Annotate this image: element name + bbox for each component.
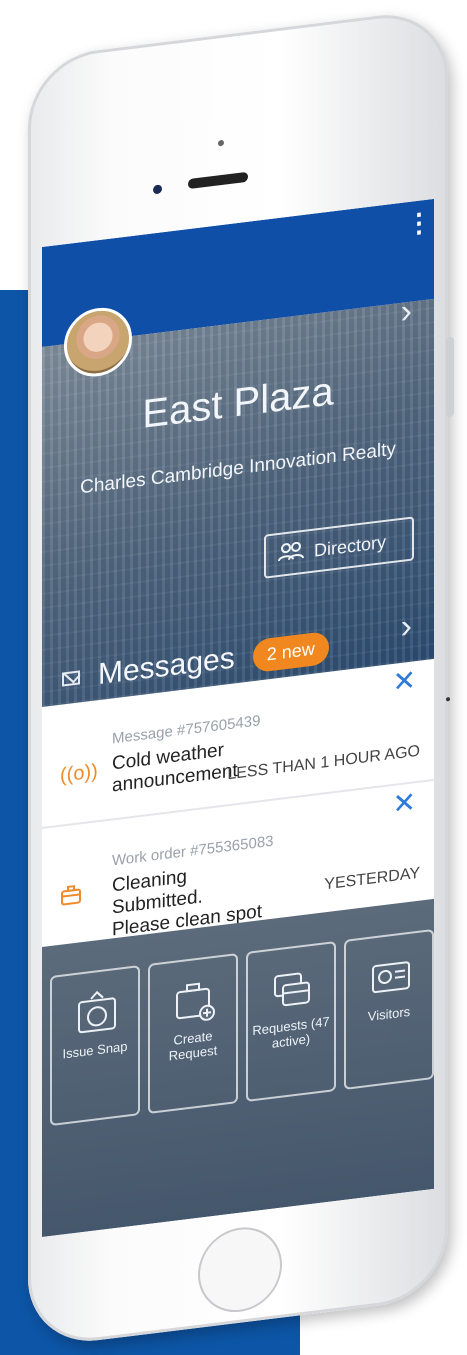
messages-chevron-icon[interactable]: › — [401, 607, 412, 647]
action-label: Visitors — [367, 1003, 411, 1025]
action-label: Requests (47 active) — [252, 1013, 330, 1051]
close-icon[interactable]: ✕ — [393, 785, 416, 821]
directory-label: Directory — [314, 531, 387, 561]
briefcases-icon — [274, 972, 310, 1007]
quick-actions-panel: Issue Snap Create Request Requests (47 a… — [42, 898, 434, 1238]
visitors-button[interactable]: Visitors — [344, 928, 434, 1090]
issue-snap-button[interactable]: Issue Snap — [50, 965, 140, 1127]
directory-button[interactable]: Directory — [264, 516, 414, 579]
app-screen: ⋮ › East Plaza Charles Cambridge Innovat… — [42, 198, 434, 1238]
briefcase-add-icon — [176, 982, 215, 1021]
camera-icon — [78, 990, 116, 1034]
phone-body: ⋮ › East Plaza Charles Cambridge Innovat… — [28, 7, 454, 1349]
mail-icon — [62, 670, 80, 687]
more-menu-icon[interactable]: ⋮ — [406, 206, 432, 239]
side-dot — [446, 696, 450, 702]
home-button[interactable] — [198, 1222, 282, 1317]
new-count-badge: 2 new — [252, 630, 329, 673]
building-hero[interactable]: › East Plaza Charles Cambridge Innovatio… — [42, 292, 434, 708]
id-card-icon — [372, 961, 410, 994]
phone-mockup: ⋮ › East Plaza Charles Cambridge Innovat… — [18, 0, 458, 1350]
action-label: Issue Snap — [62, 1038, 128, 1062]
message-time: YESTERDAY — [324, 864, 420, 894]
broadcast-icon: ((o)) — [60, 760, 98, 787]
action-grid: Issue Snap Create Request Requests (47 a… — [50, 928, 434, 1127]
requests-button[interactable]: Requests (47 active) — [246, 940, 336, 1103]
close-icon[interactable]: ✕ — [393, 663, 416, 699]
front-camera — [153, 184, 162, 195]
action-label: Create Request — [168, 1028, 218, 1064]
proximity-sensor — [218, 139, 224, 147]
earpiece-speaker — [188, 171, 248, 190]
create-request-button[interactable]: Create Request — [148, 952, 238, 1115]
briefcase-icon — [60, 884, 82, 913]
company-name: Charles Cambridge Innovation Realty — [80, 438, 396, 499]
building-chevron-icon[interactable]: › — [401, 292, 412, 332]
messages-title: Messages — [98, 641, 235, 692]
power-button — [446, 336, 454, 418]
people-icon — [278, 540, 304, 566]
